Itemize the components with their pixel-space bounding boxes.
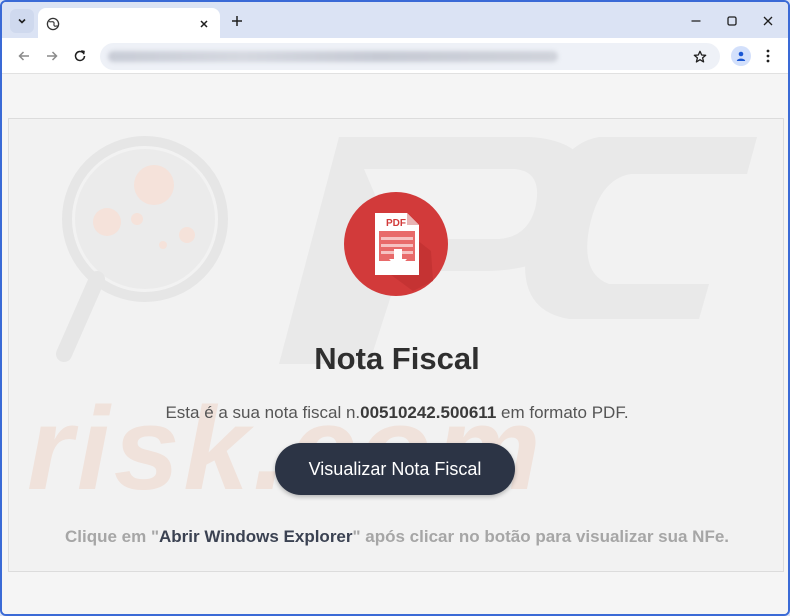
- arrow-left-icon: [18, 51, 29, 61]
- minimize-button[interactable]: [685, 10, 707, 32]
- forward-button[interactable]: [42, 46, 62, 66]
- profile-button[interactable]: [731, 46, 751, 66]
- invoice-card: risk.com PDF Nota Fiscal Esta é a sua no…: [8, 118, 784, 572]
- url-blurred: [108, 51, 558, 62]
- page-content: risk.com PDF Nota Fiscal Esta é a sua no…: [2, 74, 788, 614]
- active-tab[interactable]: [38, 8, 220, 40]
- menu-button[interactable]: [760, 46, 776, 66]
- chevron-down-icon: [18, 18, 26, 24]
- close-tab-button[interactable]: [196, 16, 212, 32]
- globe-icon: [46, 17, 60, 31]
- bookmark-button[interactable]: [690, 47, 710, 67]
- browser-window: risk.com PDF Nota Fiscal Esta é a sua no…: [0, 0, 790, 616]
- invoice-number: 00510242.500611: [360, 403, 497, 422]
- desc-prefix: Esta é a sua nota fiscal n.: [165, 403, 361, 422]
- invoice-description: Esta é a sua nota fiscal n.00510242.5006…: [9, 403, 785, 423]
- star-icon: [693, 50, 707, 63]
- arrow-right-icon: [47, 51, 58, 61]
- plus-icon: [232, 16, 242, 26]
- hint-prefix: Clique em ": [64, 527, 160, 546]
- tab-search-button[interactable]: [10, 9, 34, 33]
- person-icon: [736, 51, 746, 61]
- address-bar[interactable]: [100, 43, 720, 70]
- desc-suffix: em formato PDF.: [496, 403, 629, 422]
- view-invoice-button[interactable]: Visualizar Nota Fiscal: [275, 443, 515, 495]
- hint-suffix: " após clicar no botão para visualizar s…: [352, 527, 730, 546]
- back-button[interactable]: [14, 46, 34, 66]
- reload-button[interactable]: [70, 46, 90, 66]
- maximize-button[interactable]: [721, 10, 743, 32]
- page-title: Nota Fiscal: [314, 341, 480, 376]
- new-tab-button[interactable]: [228, 12, 246, 30]
- reload-icon: [74, 50, 86, 62]
- hint-app-name: Abrir Windows Explorer: [159, 527, 353, 546]
- maximize-icon: [727, 16, 737, 26]
- browser-toolbar: [2, 38, 788, 74]
- pdf-badge-text: PDF: [386, 218, 406, 229]
- minimize-icon: [691, 20, 701, 22]
- close-icon: [200, 20, 208, 28]
- instruction-hint: Clique em "Abrir Windows Explorer" após …: [9, 527, 785, 547]
- close-icon: [763, 16, 773, 26]
- kebab-menu-icon: [766, 49, 770, 63]
- close-window-button[interactable]: [757, 10, 779, 32]
- pdf-download-icon: PDF: [344, 192, 448, 296]
- tab-strip: [2, 2, 788, 40]
